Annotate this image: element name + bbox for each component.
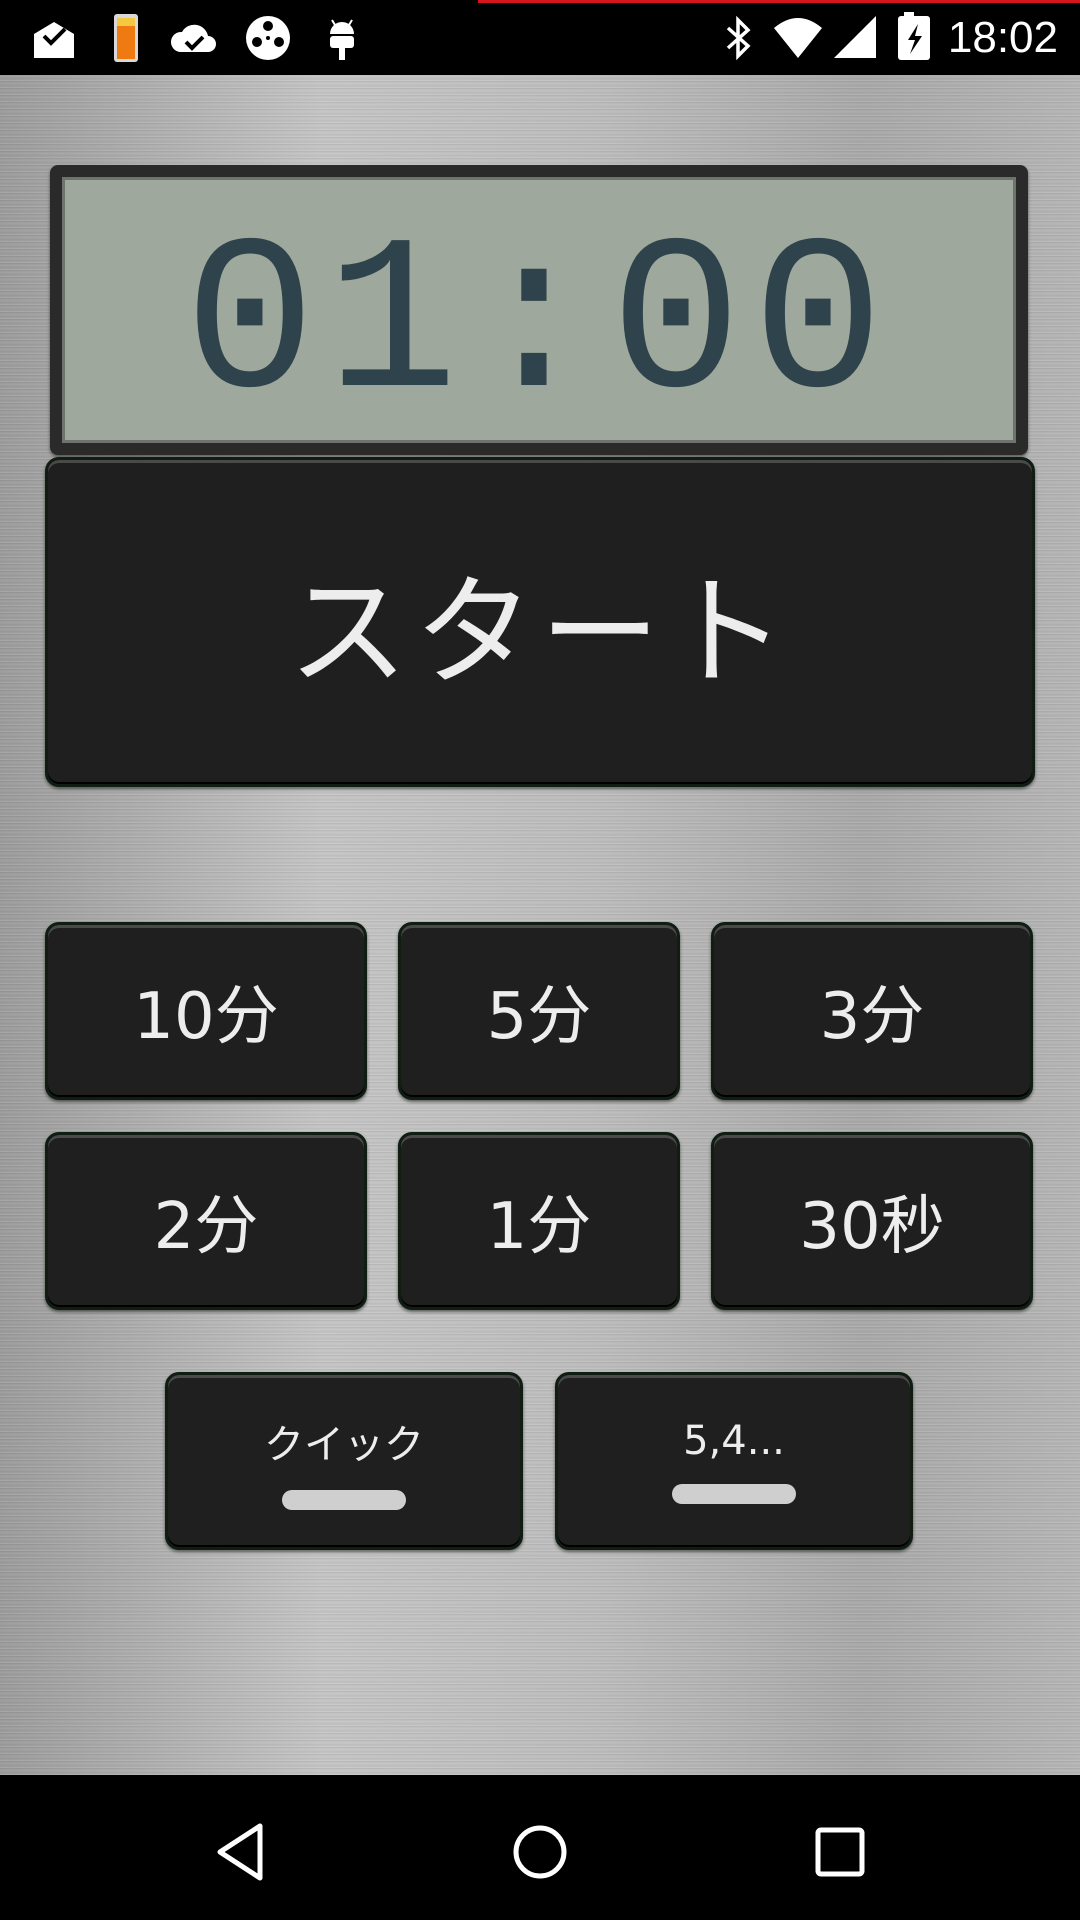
battery-charging-icon xyxy=(114,14,138,62)
inbox-check-icon xyxy=(34,22,74,58)
status-time: 18:02 xyxy=(947,13,1058,62)
home-icon[interactable] xyxy=(508,1820,572,1884)
preset-3min-button[interactable]: 3分 xyxy=(711,922,1033,1100)
custom-sequence-indicator xyxy=(672,1484,796,1504)
timer-display: 01:00 xyxy=(50,165,1028,455)
android-icon xyxy=(330,19,354,60)
recents-icon[interactable] xyxy=(808,1820,872,1884)
preset-1min-button[interactable]: 1分 xyxy=(398,1132,680,1310)
film-reel-icon xyxy=(246,16,290,60)
start-button[interactable]: スタート xyxy=(45,457,1035,787)
start-button-label: スタート xyxy=(288,564,792,703)
bluetooth-icon xyxy=(726,15,751,61)
timer-digits: 01:00 xyxy=(65,180,1013,440)
preset-10min-button[interactable]: 10分 xyxy=(45,922,367,1100)
battery-icon xyxy=(898,12,930,60)
preset-5min-button[interactable]: 5分 xyxy=(398,922,680,1100)
quick-indicator xyxy=(282,1490,406,1510)
preset-label: 10分 xyxy=(133,980,279,1054)
quick-button-label: クイック xyxy=(264,1422,424,1468)
back-icon[interactable] xyxy=(210,1820,274,1884)
preset-label: 1分 xyxy=(486,1190,592,1264)
preset-2min-button[interactable]: 2分 xyxy=(45,1132,367,1310)
timer-digits-svg: 01:00 xyxy=(189,210,889,410)
status-progress-line xyxy=(478,0,1080,3)
preset-label: 5分 xyxy=(486,980,592,1054)
status-bar: 18:02 xyxy=(0,0,1080,75)
cloud-check-icon xyxy=(170,24,216,52)
custom-sequence-label: 5,4... xyxy=(683,1418,785,1464)
wifi-icon xyxy=(774,18,822,58)
timer-value: 01:00 xyxy=(189,210,889,410)
signal-icon xyxy=(834,16,876,58)
preset-label: 2分 xyxy=(153,1190,259,1264)
quick-button[interactable]: クイック xyxy=(165,1372,523,1550)
navigation-bar xyxy=(0,1775,1080,1920)
custom-sequence-button[interactable]: 5,4... xyxy=(555,1372,913,1550)
preset-label: 30秒 xyxy=(799,1190,945,1264)
preset-30sec-button[interactable]: 30秒 xyxy=(711,1132,1033,1310)
lcd-screen: 01:00 xyxy=(62,177,1016,443)
preset-label: 3分 xyxy=(819,980,925,1054)
